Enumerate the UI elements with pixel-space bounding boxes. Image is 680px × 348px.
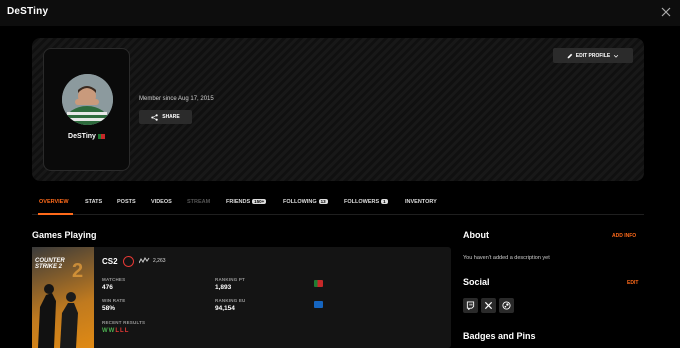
tab-friends[interactable]: FRIENDS 150+: [226, 199, 267, 205]
active-tab-underline: [38, 213, 73, 215]
tab-posts[interactable]: POSTS: [117, 199, 136, 205]
share-icon: [151, 113, 158, 121]
game-name: CS2: [102, 257, 118, 266]
add-info-link[interactable]: ADD INFO: [612, 233, 636, 239]
share-label: SHARE: [162, 114, 180, 120]
premier-rating-icon: [139, 257, 150, 264]
tab-stream: STREAM: [187, 199, 211, 205]
svg-text:2: 2: [72, 260, 83, 282]
matches-value: 476: [102, 284, 113, 291]
ranking-eu-label: RANKING EU: [215, 298, 246, 303]
close-icon: [661, 7, 671, 17]
win-rate-value: 58%: [102, 305, 116, 312]
matches-label: MATCHES: [102, 277, 126, 282]
social-title: Social: [463, 277, 490, 287]
twitch-icon[interactable]: [463, 298, 478, 313]
eu-flag-icon: [314, 301, 323, 308]
pencil-icon: [567, 53, 573, 58]
edit-profile-button[interactable]: EDIT PROFILE: [553, 48, 633, 63]
edit-profile-label: EDIT PROFILE: [575, 52, 611, 59]
username: DeSTiny: [68, 133, 96, 140]
portugal-flag-icon: [97, 133, 105, 139]
tab-following[interactable]: FOLLOWING 13: [283, 199, 328, 205]
recent-results-label: RECENT RESULTS: [102, 320, 146, 325]
x-icon[interactable]: [481, 298, 496, 313]
ranking-pt-label: RANKING PT: [215, 277, 245, 282]
rating-badge: 2,263: [139, 257, 166, 264]
following-count-badge: 13: [318, 199, 328, 204]
tab-followers[interactable]: FOLLOWERS 1: [344, 199, 388, 205]
top-bar: DeSTiny: [0, 0, 680, 26]
about-description: You haven't added a description yet: [463, 255, 550, 261]
game-card-cs2[interactable]: COUNTER STRIKE 2 2 CS2 2,263 MATCHES 476…: [32, 247, 451, 348]
chevron-down-icon: [614, 54, 619, 58]
tab-videos[interactable]: VIDEOS: [151, 199, 172, 205]
badges-title: Badges and Pins: [463, 331, 536, 341]
avatar[interactable]: [62, 74, 113, 125]
steam-icon[interactable]: [499, 298, 514, 313]
result-5: L: [124, 328, 130, 334]
member-since: Member since Aug 17, 2015: [139, 96, 214, 102]
portugal-flag-icon: [314, 280, 323, 287]
game-cover: COUNTER STRIKE 2 2: [32, 247, 94, 348]
friends-count-badge: 150+: [252, 199, 267, 204]
tab-overview[interactable]: OVERVIEW: [39, 199, 69, 205]
social-edit-link[interactable]: EDIT: [627, 280, 638, 286]
tabs-divider: [32, 214, 644, 215]
games-playing-title: Games Playing: [32, 230, 97, 240]
result-1: W: [102, 328, 109, 334]
win-rate-label: WIN RATE: [102, 298, 126, 303]
window-title: DeSTiny: [7, 6, 49, 17]
about-title: About: [463, 230, 489, 240]
ranking-pt-value: 1,893: [215, 284, 232, 291]
rank-icon: [123, 256, 134, 267]
rating-value: 2,263: [153, 257, 166, 264]
close-button[interactable]: [658, 4, 674, 20]
profile-card: DeSTiny: [43, 48, 130, 171]
share-button[interactable]: SHARE: [139, 110, 192, 124]
tab-stats[interactable]: STATS: [85, 199, 102, 205]
recent-results: WWLLL: [102, 328, 129, 334]
username-row: DeSTiny: [44, 133, 129, 140]
tab-inventory[interactable]: INVENTORY: [405, 199, 437, 205]
ranking-eu-value: 94,154: [215, 305, 235, 312]
followers-count-badge: 1: [381, 199, 388, 204]
